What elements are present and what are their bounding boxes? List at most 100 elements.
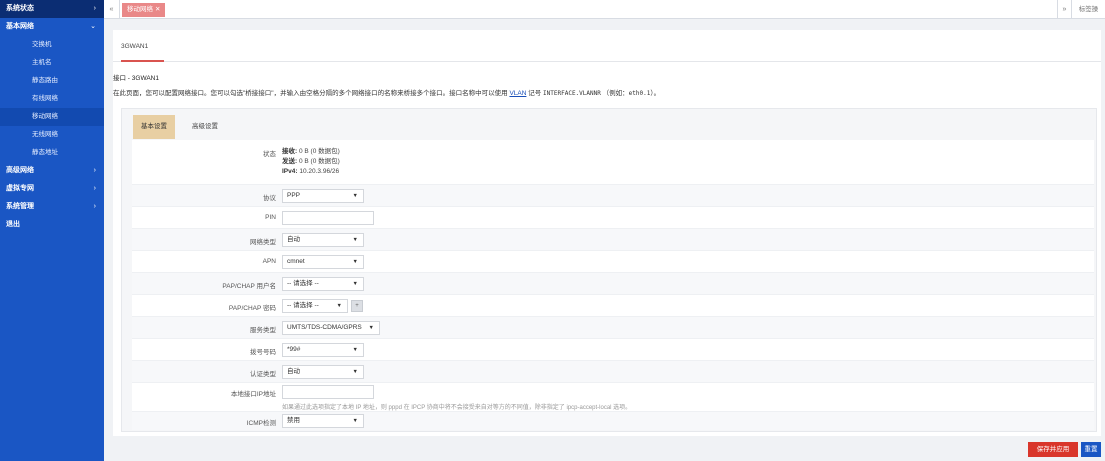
sidebar-subitem-wired-network[interactable]: 有线网络	[0, 90, 104, 108]
sidebar-item-vpn[interactable]: 虚拟专网 ›	[0, 180, 104, 198]
form-row-dial-number: 拨号号码 *99# ▼	[132, 339, 1094, 361]
local-ip-label: 本地接口IP地址	[230, 391, 276, 398]
tab-label: 移动网络	[127, 6, 153, 13]
ipv4-value: 10.20.3.96/26	[299, 168, 340, 175]
page-description: 在此页面，您可以配置网络接口。您可以勾选"桥接接口"，并输入由空格分隔的多个网络…	[113, 87, 1101, 97]
caret-down-icon: ▼	[352, 281, 358, 287]
rx-key: 接收:	[282, 148, 298, 155]
sidebar-item-advanced-network[interactable]: 高级网络 ›	[0, 162, 104, 180]
form-row-protocol: 协议 PPP ▼	[132, 185, 1094, 207]
sidebar-subitem-hostname[interactable]: 主机名	[0, 54, 104, 72]
scroll-left-icon[interactable]: «	[104, 0, 120, 19]
desc-code: eth0.1	[628, 90, 651, 97]
sidebar-subitem-mobile-network[interactable]: 移动网络	[0, 108, 104, 126]
caret-down-icon: ▼	[336, 303, 342, 309]
caret-down-icon: ▼	[352, 259, 358, 265]
service-type-value: UMTS/TDS-CDMA/GPRS	[287, 324, 362, 331]
auth-type-value: 自动	[287, 368, 300, 375]
tab-basic-settings[interactable]: 基本设置	[133, 115, 175, 139]
icmp-value: 禁用	[287, 417, 300, 424]
caret-down-icon: ▼	[368, 325, 374, 331]
reset-button[interactable]: 重置	[1081, 442, 1101, 457]
form-row-apn: APN cmnet ▼	[132, 251, 1094, 273]
sidebar-item-label: 系统状态	[6, 5, 34, 12]
settings-panel: 基本设置 高级设置 状态 接收: 0 B (0 数据包) 发送: 0 B (0 …	[121, 108, 1097, 432]
sidebar-item-system-status[interactable]: 系统状态 ›	[0, 0, 104, 18]
dial-number-select[interactable]: *99# ▼	[282, 343, 364, 357]
form-row-local-ip: 本地接口IP地址 如果通过此选项指定了本地 IP 地址，则 pppd 在 IPC…	[132, 383, 1094, 412]
form-row-pap-username: PAP/CHAP 用户名 -- 请选择 -- ▼	[132, 273, 1094, 295]
local-ip-input[interactable]	[282, 385, 374, 399]
sidebar-subitem-switch[interactable]: 交换机	[0, 36, 104, 54]
pin-input[interactable]	[282, 211, 374, 225]
sidebar-item-label: 虚拟专网	[6, 185, 34, 192]
pap-username-label: PAP/CHAP 用户名	[222, 283, 276, 290]
form-row-service-type: 服务类型 UMTS/TDS-CDMA/GPRS ▼	[132, 317, 1094, 339]
network-type-select[interactable]: 自动 ▼	[282, 233, 364, 247]
form-row-network-type: 网络类型 自动 ▼	[132, 229, 1094, 251]
sidebar-item-label: 退出	[6, 221, 20, 228]
icmp-select[interactable]: 禁用 ▼	[282, 414, 364, 428]
dial-number-label: 拨号号码	[250, 349, 276, 356]
sidebar: 系统状态 › 基本网络 ⌄ 交换机 主机名 静态路由 有线网络 移动网络 无线网…	[0, 0, 104, 461]
sidebar-subitem-static-address[interactable]: 静态地址	[0, 144, 104, 162]
sidebar-subitem-wireless-network[interactable]: 无线网络	[0, 126, 104, 144]
desc-text: （例如：	[602, 90, 629, 97]
divider	[113, 61, 1101, 62]
sidebar-item-label: 系统管理	[6, 203, 34, 210]
network-type-value: 自动	[287, 236, 300, 243]
desc-text: ）。	[650, 90, 661, 97]
chevron-right-icon: ›	[93, 185, 96, 192]
tab-mobile-network[interactable]: 移动网络 ✕	[122, 3, 166, 17]
add-button[interactable]: +	[351, 300, 363, 312]
close-icon[interactable]: ✕	[155, 6, 160, 13]
form-row-pin: PIN	[132, 207, 1094, 229]
chevron-right-icon: ›	[93, 5, 96, 12]
pap-password-select[interactable]: -- 请选择 -- ▼	[282, 299, 348, 313]
service-type-select[interactable]: UMTS/TDS-CDMA/GPRS ▼	[282, 321, 380, 335]
chevron-down-icon: ⌄	[90, 23, 96, 30]
sidebar-item-system-management[interactable]: 系统管理 ›	[0, 198, 104, 216]
desc-code: INTERFACE.VLANNR	[543, 90, 601, 97]
chevron-right-icon: ›	[93, 203, 96, 210]
ipv4-key: IPv4:	[282, 168, 298, 175]
active-tab-indicator	[121, 60, 164, 62]
local-ip-hint: 如果通过此选项指定了本地 IP 地址，则 pppd 在 IPCP 协商中将不会接…	[282, 405, 632, 411]
sidebar-subitem-static-route[interactable]: 静态路由	[0, 72, 104, 90]
interface-form: 状态 接收: 0 B (0 数据包) 发送: 0 B (0 数据包) IPv4:…	[132, 140, 1094, 430]
section-tab-3gwan1[interactable]: 3GWAN1	[121, 43, 148, 50]
sidebar-item-label: 高级网络	[6, 167, 34, 174]
chevron-right-icon: ›	[93, 167, 96, 174]
pap-password-label: PAP/CHAP 密码	[228, 305, 276, 312]
apn-select[interactable]: cmnet ▼	[282, 255, 364, 269]
service-type-label: 服务类型	[250, 327, 276, 334]
scroll-right-icon[interactable]: »	[1057, 0, 1071, 19]
sidebar-item-basic-network[interactable]: 基本网络 ⌄	[0, 18, 104, 36]
form-row-pap-password: PAP/CHAP 密码 -- 请选择 -- ▼ +	[132, 295, 1094, 317]
form-row-icmp: ICMP检测 禁用 ▼	[132, 412, 1094, 430]
sidebar-item-logout[interactable]: 退出	[0, 216, 104, 234]
caret-down-icon: ▼	[352, 418, 358, 424]
protocol-label: 协议	[263, 195, 276, 202]
protocol-select[interactable]: PPP ▼	[282, 189, 364, 203]
icmp-label: ICMP检测	[246, 420, 276, 427]
save-apply-button[interactable]: 保存并应用	[1028, 442, 1078, 457]
dial-number-value: *99#	[287, 346, 301, 353]
form-row-auth-type: 认证类型 自动 ▼	[132, 361, 1094, 383]
pin-label: PIN	[265, 214, 276, 221]
caret-down-icon: ▼	[352, 193, 358, 199]
form-row-status: 状态 接收: 0 B (0 数据包) 发送: 0 B (0 数据包) IPv4:…	[132, 140, 1094, 185]
page-title: 接口 - 3GWAN1	[113, 75, 159, 82]
protocol-value: PPP	[287, 192, 301, 199]
desc-text: 在此页面，您可以配置网络接口。您可以勾选"桥接接口"，并输入由空格分隔的多个网络…	[113, 90, 508, 97]
status-label: 状态	[263, 151, 276, 158]
apn-value: cmnet	[287, 258, 305, 265]
pap-username-select[interactable]: -- 请选择 -- ▼	[282, 277, 364, 291]
vlan-link[interactable]: VLAN	[509, 90, 526, 97]
tab-advanced-settings[interactable]: 高级设置	[184, 115, 226, 139]
status-info: 接收: 0 B (0 数据包) 发送: 0 B (0 数据包) IPv4: 10…	[282, 147, 340, 177]
pap-password-value: -- 请选择 --	[287, 302, 319, 309]
network-type-label: 网络类型	[250, 239, 276, 246]
tab-operations-button[interactable]: 标签操	[1071, 0, 1105, 19]
auth-type-select[interactable]: 自动 ▼	[282, 365, 364, 379]
